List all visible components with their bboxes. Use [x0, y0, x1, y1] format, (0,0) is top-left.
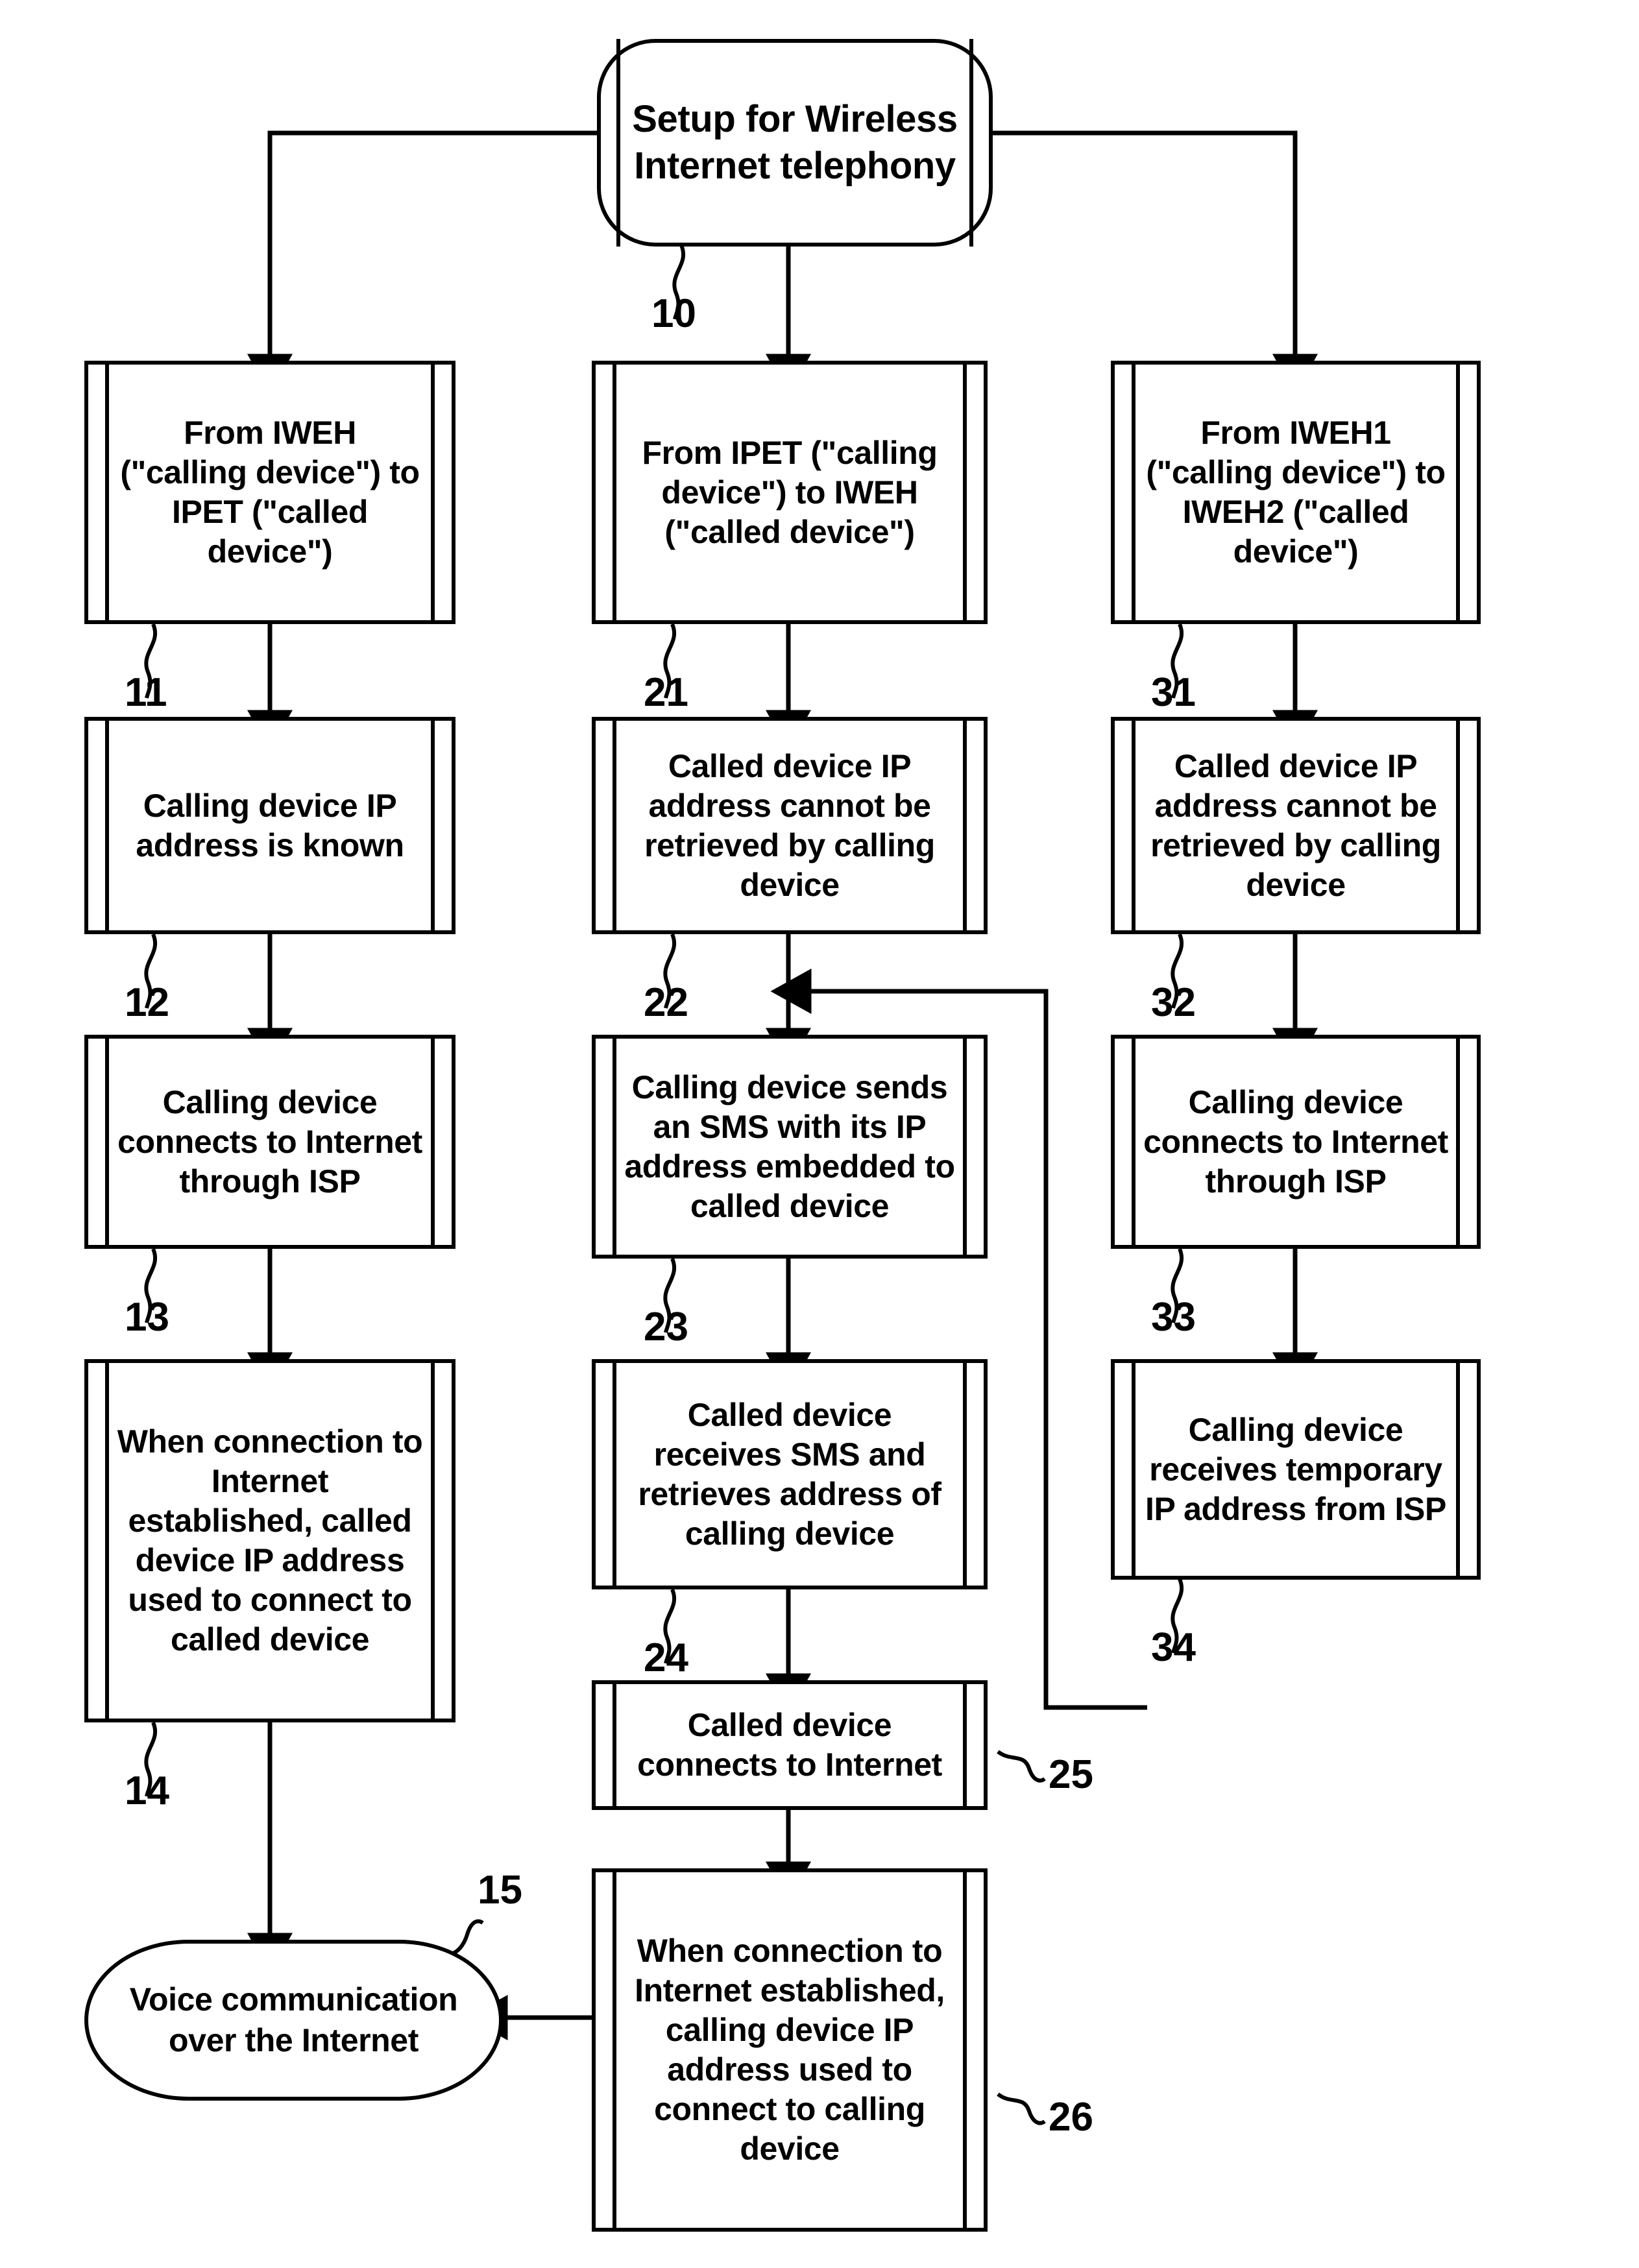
node-side-bar-right: [431, 365, 435, 620]
node-21-from-ipet-to-iweh[interactable]: From IPET ("calling device") to IWEH ("c…: [592, 361, 988, 624]
node-label: From IWEH ("calling device") to IPET ("c…: [120, 415, 420, 570]
node-label: Voice communication over the Internet: [129, 1981, 458, 2058]
node-side-bar-right: [431, 1039, 435, 1245]
node-side-bar-left: [616, 39, 620, 247]
node-26-connection-established-calling-device[interactable]: When connection to Internet established,…: [592, 1868, 988, 2232]
ref-number-13: 13: [125, 1295, 169, 1340]
node-33-calling-device-connects-isp[interactable]: Calling device connects to Internet thro…: [1111, 1035, 1481, 1249]
leader-25-hidden: [998, 1744, 1055, 1754]
ref-number-12: 12: [125, 980, 169, 1025]
node-label: Calling device IP address is known: [136, 787, 404, 863]
node-label: From IPET ("calling device") to IWEH ("c…: [642, 434, 938, 550]
ref-number-21: 21: [644, 670, 688, 715]
node-31-from-iweh1-to-iweh2[interactable]: From IWEH1 ("calling device") to IWEH2 (…: [1111, 361, 1481, 624]
ref-number-10: 10: [651, 291, 696, 336]
leader-25: [997, 1750, 1046, 1783]
node-22-called-device-ip-not-retrieved[interactable]: Called device IP address cannot be retri…: [592, 717, 988, 934]
node-34-calling-device-temp-ip[interactable]: Calling device receives temporary IP add…: [1111, 1359, 1481, 1580]
node-side-bar-left: [1132, 1039, 1135, 1245]
node-side-bar-right: [1456, 1363, 1460, 1576]
node-13-calling-device-connects-isp[interactable]: Calling device connects to Internet thro…: [84, 1035, 455, 1249]
node-label: When connection to Internet established,…: [117, 1423, 423, 1658]
node-label: Calling device receives temporary IP add…: [1145, 1411, 1446, 1527]
node-24-called-device-receives-sms[interactable]: Called device receives SMS and retrieves…: [592, 1359, 988, 1589]
ref-number-31: 31: [1151, 670, 1196, 715]
node-side-bar-left: [105, 721, 109, 930]
node-side-bar-right: [1456, 365, 1460, 620]
node-label: Called device IP address cannot be retri…: [644, 747, 935, 903]
node-label: From IWEH1 ("calling device") to IWEH2 (…: [1146, 415, 1446, 570]
ref-number-14: 14: [125, 1768, 169, 1813]
patent-figure-page: Setup for Wireless Internet telephony Fr…: [0, 0, 1639, 2268]
node-side-bar-left: [613, 1684, 616, 1806]
node-side-bar-right: [1456, 721, 1460, 930]
ref-number-32: 32: [1151, 980, 1196, 1025]
node-side-bar-right: [963, 1039, 967, 1255]
ref-number-22: 22: [644, 980, 688, 1025]
node-side-bar-right: [969, 39, 973, 247]
node-side-bar-right: [431, 1363, 435, 1719]
node-side-bar-right: [431, 721, 435, 930]
node-side-bar-left: [1132, 721, 1135, 930]
ref-number-26: 26: [1049, 2095, 1093, 2140]
node-32-called-device-ip-not-retrieved[interactable]: Called device IP address cannot be retri…: [1111, 717, 1481, 934]
node-label: Calling device connects to Internet thro…: [117, 1083, 422, 1200]
edge-10-to-31: [993, 130, 1318, 395]
node-side-bar-right: [1456, 1039, 1460, 1245]
node-label: Setup for Wireless Internet telephony: [632, 98, 958, 187]
node-side-bar-right: [963, 1872, 967, 2228]
ref-number-15: 15: [478, 1868, 522, 1912]
node-side-bar-right: [963, 721, 967, 930]
node-side-bar-left: [105, 365, 109, 620]
ref-number-23: 23: [644, 1305, 688, 1349]
ref-number-11: 11: [125, 670, 167, 715]
node-side-bar-left: [613, 721, 616, 930]
node-side-bar-right: [963, 365, 967, 620]
node-side-bar-left: [1132, 365, 1135, 620]
node-15-voice-communication-over-internet[interactable]: Voice communication over the Internet: [84, 1940, 503, 2101]
node-side-bar-left: [105, 1363, 109, 1719]
node-14-connection-established-called-device[interactable]: When connection to Internet established,…: [84, 1359, 455, 1722]
node-23-calling-device-sends-sms[interactable]: Calling device sends an SMS with its IP …: [592, 1035, 988, 1259]
node-label: Called device receives SMS and retrieves…: [638, 1396, 941, 1552]
node-side-bar-left: [105, 1039, 109, 1245]
ref-number-34: 34: [1151, 1625, 1196, 1670]
node-setup-wireless-internet-telephony[interactable]: Setup for Wireless Internet telephony: [597, 39, 993, 247]
node-12-calling-device-ip-known[interactable]: Calling device IP address is known: [84, 717, 455, 934]
node-label: Calling device sends an SMS with its IP …: [624, 1068, 955, 1224]
node-side-bar-right: [963, 1684, 967, 1806]
node-side-bar-left: [1132, 1363, 1135, 1576]
node-label: Calling device connects to Internet thro…: [1143, 1083, 1448, 1200]
node-label: When connection to Internet established,…: [635, 1933, 945, 2167]
ref-number-33: 33: [1151, 1295, 1196, 1340]
leader-26: [997, 2092, 1046, 2125]
node-label: Called device IP address cannot be retri…: [1150, 747, 1441, 903]
edge-10-to-11: [247, 130, 597, 395]
ref-number-25: 25: [1049, 1752, 1093, 1797]
node-11-from-iweh-to-ipet[interactable]: From IWEH ("calling device") to IPET ("c…: [84, 361, 455, 624]
node-side-bar-left: [613, 1363, 616, 1586]
node-side-bar-left: [613, 365, 616, 620]
node-side-bar-left: [613, 1872, 616, 2228]
node-25-called-device-connects-internet[interactable]: Called device connects to Internet: [592, 1680, 988, 1810]
node-side-bar-left: [613, 1039, 616, 1255]
node-side-bar-right: [963, 1363, 967, 1586]
ref-number-24: 24: [644, 1635, 688, 1680]
node-label: Called device connects to Internet: [637, 1707, 942, 1783]
